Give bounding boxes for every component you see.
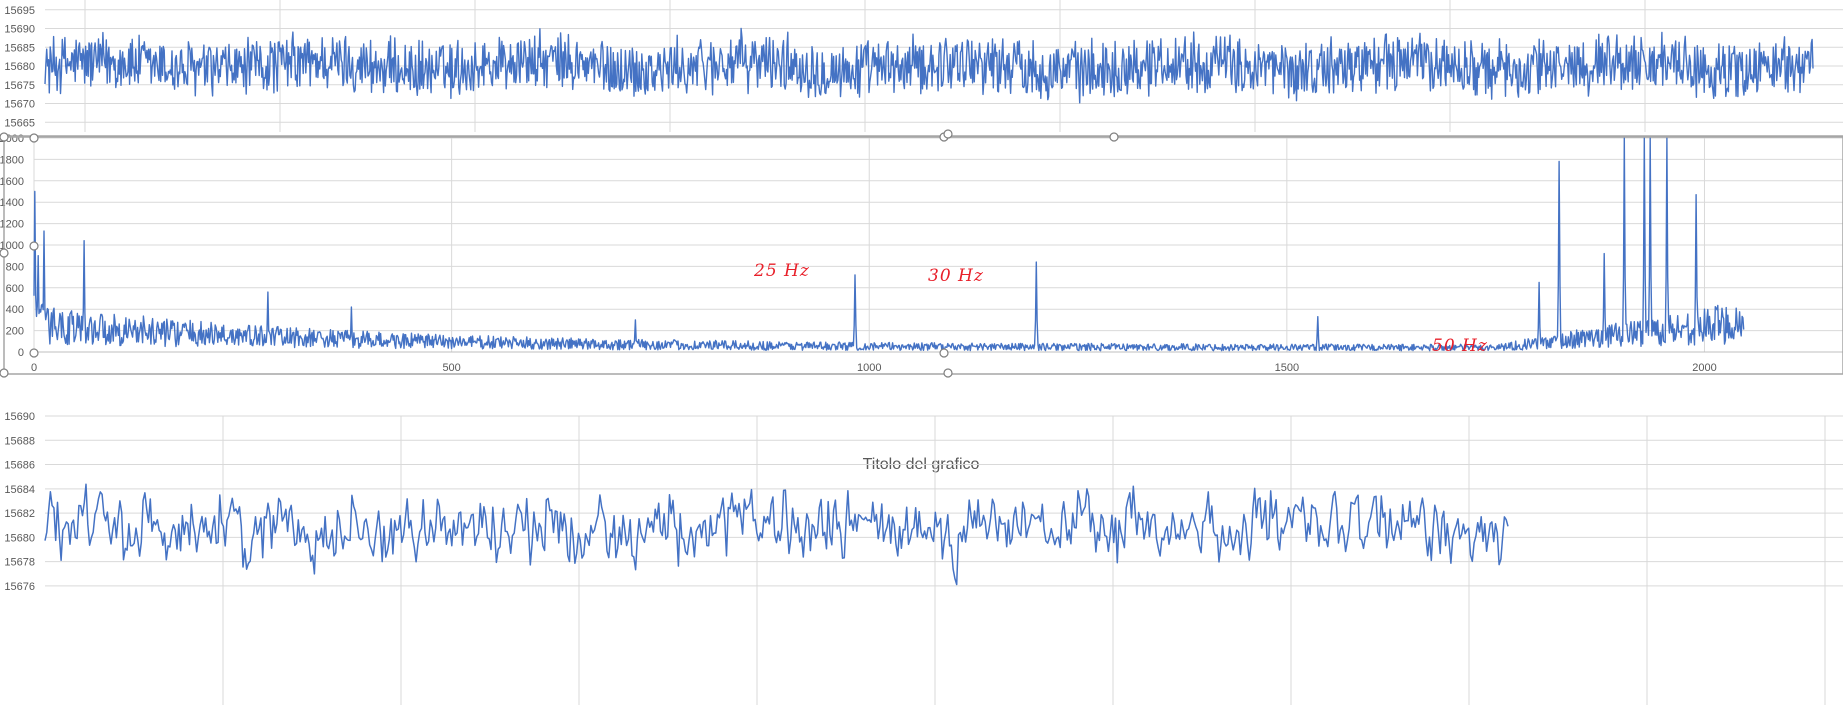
chart-2-y-tick-label: 0 [18,347,24,359]
chart-1-y-tick-label: 15690 [4,24,35,36]
chart-2-y-tick-label: 800 [6,261,24,273]
resize-handle [0,132,9,142]
chart-2-annotation-30hz: 30 Hz [928,266,984,286]
resize-handle [29,348,39,358]
chart-2-x-tick-label: 2000 [1692,362,1716,374]
chart-1-y-tick-label: 15670 [4,99,35,111]
spreadsheet-charts-canvas: 15665 15670 15675 15680 15685 15690 15695 0 200… [0,0,1843,705]
chart-2-x-tick-label: 1500 [1275,362,1299,374]
resize-handle [1109,132,1119,142]
chart-2-y-tick-label: 600 [6,283,24,295]
chart-3-y-tick-label: 15690 [4,411,35,423]
chart-1-y-tick-label: 15685 [4,42,35,54]
chart-2-annotation-25hz: 25 Hz [753,261,810,281]
chart-1-y-tick-label: 15680 [4,61,35,73]
resize-handle [0,368,9,378]
chart-3-y-tick-label: 15688 [4,435,35,447]
chart-1-y-tick-label: 15675 [4,80,35,92]
chart-2-y-tick-label: 200 [6,326,24,338]
chart-3-y-tick-label: 15676 [4,581,35,593]
resize-handle [939,348,949,358]
chart-2-annotation-50hz: 50 Hz [1432,336,1488,356]
chart-3-y-tick-label: 15684 [4,484,35,496]
resize-handle [943,368,953,378]
chart-3-y-tick-label: 15680 [4,532,35,544]
chart-3-zoomed-signal[interactable]: Titolo del grafico 156761567815680156821… [0,411,1843,705]
chart-3-y-tick-label: 15682 [4,508,35,520]
resize-handle [0,248,9,258]
resize-handle [29,241,39,251]
chart-1-y-tick-label: 15665 [4,117,35,129]
chart-2-x-tick-label: 1000 [857,362,881,374]
chart-2-y-tick-label: 400 [6,304,24,316]
chart-2-x-tick-label: 500 [442,362,460,374]
resize-handle [29,133,39,143]
chart-2-x-tick-label: 0 [31,362,37,374]
chart-2-spectrum[interactable]: 0200400600800100012001400160018002000 05… [0,133,1843,440]
resize-handle [943,129,953,139]
chart-1-y-tick-label: 15695 [4,5,35,17]
chart-3-y-tick-label: 15686 [4,460,35,472]
chart-3-y-tick-label: 15678 [4,557,35,569]
chart-1-signal[interactable]: 15665 15670 15675 15680 15685 15690 15695 [0,0,1843,158]
chart-3-area [0,442,1843,705]
